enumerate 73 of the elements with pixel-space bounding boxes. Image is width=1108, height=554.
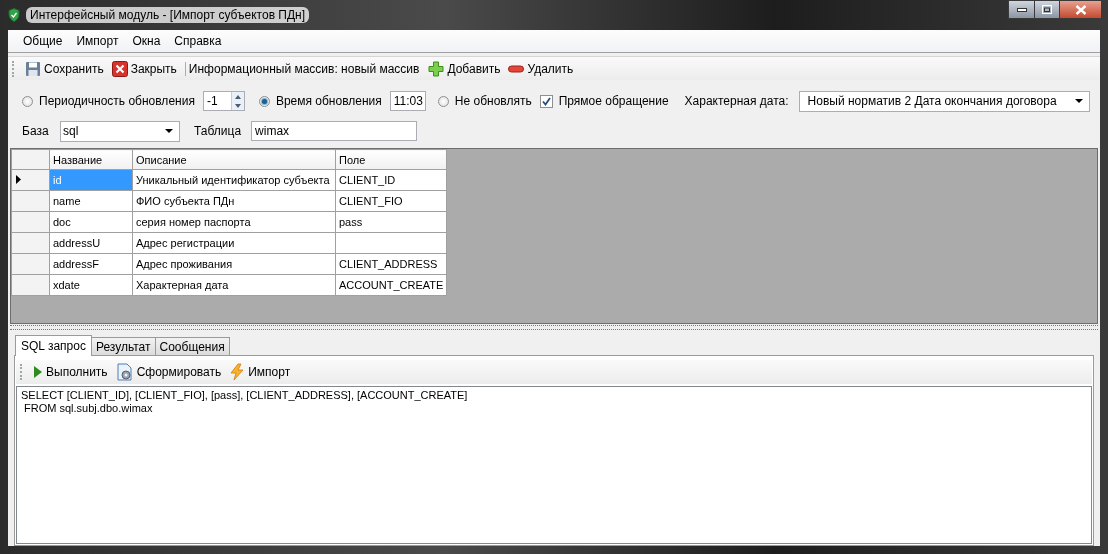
table-cell: addressU <box>49 232 133 254</box>
minimize-icon <box>1016 7 1027 12</box>
field-label: Характерная дата: <box>684 94 789 108</box>
tab[interactable]: Результат <box>90 337 156 355</box>
table-cell: name <box>49 190 133 212</box>
dropdown-value: sql <box>63 124 79 138</box>
tab[interactable]: SQL запрос <box>15 335 92 356</box>
close-button[interactable] <box>1059 0 1102 19</box>
radio-button[interactable]: Не обновлять <box>437 94 532 108</box>
menu-item[interactable]: Окна <box>125 32 168 50</box>
table-cell: CLIENT_ADDRESS <box>335 253 447 275</box>
shield-icon <box>8 8 20 22</box>
tab[interactable]: Сообщения <box>154 337 230 355</box>
close-icon <box>1074 4 1087 15</box>
menu-item[interactable]: Справка <box>167 32 229 50</box>
minimize-button[interactable] <box>1008 0 1035 19</box>
dropdown-value: Новый норматив 2 Дата окончания договора <box>807 94 1057 108</box>
toolbar-button[interactable]: Закрыть <box>109 58 179 79</box>
floppy-icon <box>25 60 41 77</box>
table-cell: doc <box>49 211 133 233</box>
sql-editor[interactable]: SELECT [CLIENT_ID], [CLIENT_FIO], [pass], [CLIENT_ADDRESS], [ACCOUNT_CREATE] FROM sql.subj.dbo.wimax <box>16 386 1092 544</box>
table-cell: серия номер паспорта <box>132 211 336 233</box>
table-cell: Адрес регистрации <box>132 232 336 254</box>
column-header[interactable]: Описание <box>132 149 336 170</box>
code-line: FROM sql.subj.dbo.wimax <box>23 402 153 415</box>
time-field[interactable]: 11:03 <box>389 91 426 111</box>
toolbar-label: Информационный массив: новый массив <box>184 61 423 76</box>
menu-item[interactable]: Общие <box>16 32 70 50</box>
maximize-button[interactable] <box>1034 0 1060 19</box>
caret-icon <box>1075 99 1083 103</box>
column-header[interactable]: Поле <box>335 149 447 170</box>
toolbar-button[interactable]: Сформировать <box>113 361 224 383</box>
toolbar-button[interactable]: Добавить <box>426 58 503 79</box>
table-cell: Адрес проживания <box>132 253 336 275</box>
radio-button[interactable]: Периодичность обновления <box>22 94 195 108</box>
radio-button[interactable]: Время обновления <box>258 94 382 108</box>
table-cell: ACCOUNT_CREATE <box>335 274 447 296</box>
table-cell: pass <box>335 211 447 233</box>
table-cell: ФИО субъекта ПДн <box>132 190 336 212</box>
field-label: База <box>22 124 50 138</box>
text-field[interactable]: wimax <box>251 121 418 141</box>
toolbar-button[interactable]: Импорт <box>227 361 293 383</box>
toolbar-button[interactable]: Выполнить <box>31 363 110 381</box>
document-gear-icon <box>115 363 134 381</box>
row-header[interactable] <box>11 169 50 191</box>
checkbox[interactable]: Прямое обращение <box>539 94 669 108</box>
plus-icon <box>428 60 445 77</box>
down-arrow-icon <box>234 103 241 108</box>
lightning-icon <box>229 363 246 381</box>
menu-item[interactable]: Импорт <box>69 32 126 50</box>
row-pointer-icon <box>16 175 21 184</box>
maximize-icon <box>1042 5 1052 14</box>
up-arrow-icon <box>234 94 241 99</box>
table-cell: Уникальный идентификатор субъекта <box>132 169 336 191</box>
check-icon <box>541 96 551 106</box>
minus-icon <box>508 63 525 74</box>
column-header[interactable]: Название <box>49 149 133 170</box>
field-label: Таблица <box>194 124 242 138</box>
number-spinner[interactable]: -1 <box>202 91 245 111</box>
table-cell: Характерная дата <box>132 274 336 296</box>
toolbar-button[interactable]: Сохранить <box>23 58 106 79</box>
toolbar-button[interactable]: Удалить <box>506 59 576 78</box>
code-line: SELECT [CLIENT_ID], [CLIENT_FIO], [pass], [CLIENT_ADDRESS], [ACCOUNT_CREATE] <box>21 389 468 402</box>
window-title: Интерфейсный модуль - [Импорт субъектов ПДн] <box>26 7 310 23</box>
table-cell: CLIENT_ID <box>335 169 447 191</box>
close-icon <box>111 60 128 77</box>
table-cell: xdate <box>49 274 133 296</box>
play-icon <box>33 365 43 379</box>
caret-icon <box>165 129 173 133</box>
table-cell: addressF <box>49 253 133 275</box>
table-cell: CLIENT_FIO <box>335 190 447 212</box>
dropdown[interactable]: Новый норматив 2 Дата окончания договора <box>798 90 1090 112</box>
dropdown[interactable]: sql <box>60 120 180 142</box>
